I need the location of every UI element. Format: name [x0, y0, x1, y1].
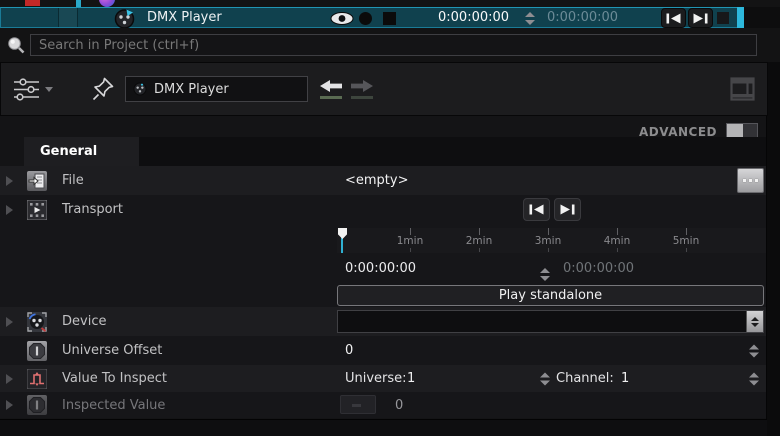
tab-general[interactable]: General: [24, 137, 139, 166]
property-row-file: File <empty>: [0, 166, 766, 195]
nav-back-underline: [320, 95, 342, 99]
timecode-total: 0:00:00:00: [547, 10, 619, 25]
integer-icon: [27, 395, 47, 415]
dmx-device-icon: [27, 311, 47, 332]
browse-file-button[interactable]: [737, 168, 764, 193]
ruler-tick: 1min: [390, 228, 430, 252]
tab-bar: General: [0, 137, 766, 166]
property-row-value-to-inspect: Value To Inspect Universe: 1 Channel: 1: [0, 365, 766, 392]
ruler-tick: 4min: [597, 228, 637, 252]
property-row-transport: Transport 1min 2min 3min 4min 5min 0:00:…: [0, 195, 766, 307]
ruler-tick: 2min: [459, 228, 499, 252]
ruler-tick: 3min: [528, 228, 568, 252]
channel-field-value[interactable]: 1: [621, 371, 629, 386]
timeline-row-above-fragment: [0, 0, 780, 7]
selected-object-input[interactable]: [154, 81, 300, 97]
search-icon: [7, 36, 26, 55]
file-icon: [27, 170, 47, 191]
skip-to-start-button[interactable]: [661, 8, 686, 28]
layer-orb-icon: [99, 0, 115, 7]
chevron-down-icon: [45, 86, 53, 92]
inspector-toolbar: [0, 62, 768, 116]
timeline-selected-row-bar: DMX Player 0:00:00:00 0:00:00:00: [0, 0, 780, 29]
universe-offset-label: Universe Offset: [62, 343, 163, 358]
property-row-inspected-value: Inspected Value 0: [0, 392, 766, 418]
navigate-forward-button[interactable]: [351, 79, 373, 99]
search-bar: [0, 28, 780, 62]
ruler-tick: 5min: [666, 228, 706, 252]
expand-arrow-icon[interactable]: [6, 317, 16, 327]
expand-arrow-placeholder: [6, 346, 16, 356]
dmx-mini-icon: [133, 82, 147, 96]
transport-timecode-current[interactable]: 0:00:00:00: [345, 261, 416, 276]
row-cell-highlight: [59, 8, 77, 27]
dmx-connector-icon: [114, 8, 135, 29]
sliders-icon: [13, 77, 40, 101]
tab-bar-empty: [139, 137, 766, 166]
transport-timecode-total: 0:00:00:00: [563, 261, 635, 276]
channel-spinner[interactable]: [749, 372, 759, 385]
inspected-value-meter: [340, 395, 376, 414]
expand-arrow-icon[interactable]: [6, 205, 16, 215]
skip-to-end-button[interactable]: [688, 8, 713, 28]
channel-field-label: Channel:: [556, 371, 614, 386]
search-input[interactable]: [30, 34, 757, 56]
panel-layout-button[interactable]: [730, 77, 755, 101]
arrow-right-icon: [351, 79, 373, 92]
timecode-current[interactable]: 0:00:00:00: [438, 8, 509, 28]
properties-panel: ADVANCED General File <empty> Transport …: [0, 116, 767, 419]
expand-arrow-icon[interactable]: [6, 400, 16, 410]
stop-square-icon[interactable]: [383, 12, 396, 25]
layout-icon: [730, 77, 755, 101]
navigate-back-button[interactable]: [320, 79, 342, 99]
transport-skip-end-button[interactable]: [554, 198, 581, 221]
red-clip-fragment: [25, 0, 40, 6]
universe-offset-value[interactable]: 0: [345, 343, 353, 358]
property-row-universe-offset: Universe Offset 0: [0, 336, 766, 365]
dmx-player-panel: DMX Player 0:00:00:00 0:00:00:00 Search …: [0, 0, 780, 436]
selected-object-field[interactable]: [125, 76, 308, 102]
transport-timeline-ruler[interactable]: 1min 2min 3min 4min 5min: [337, 228, 766, 253]
file-label: File: [62, 173, 84, 188]
expand-arrow-icon[interactable]: [6, 176, 16, 186]
value-to-inspect-label: Value To Inspect: [62, 371, 167, 386]
nav-fwd-underline: [351, 95, 373, 99]
integer-icon: [27, 340, 47, 361]
universe-offset-spinner[interactable]: [749, 344, 759, 357]
play-standalone-button[interactable]: Play standalone: [337, 285, 764, 306]
stop-square-icon-right[interactable]: [717, 12, 729, 24]
selected-layer-row[interactable]: DMX Player 0:00:00:00 0:00:00:00: [0, 7, 744, 29]
universe-field-label: Universe:: [345, 371, 407, 386]
transport-icon: [27, 199, 47, 220]
pin-button[interactable]: [91, 76, 115, 102]
transport-skip-start-button[interactable]: [523, 198, 550, 221]
ellipsis-icon: [743, 179, 746, 182]
universe-spinner[interactable]: [540, 372, 550, 385]
arrow-left-icon: [320, 79, 342, 92]
row-cell-divider: [58, 8, 59, 27]
transport-label: Transport: [62, 202, 124, 217]
expand-arrow-icon[interactable]: [6, 374, 16, 384]
panel-header: ADVANCED General: [0, 116, 766, 166]
visibility-eye-icon[interactable]: [330, 12, 354, 25]
row-cell-divider: [77, 8, 78, 27]
pin-icon: [91, 76, 115, 102]
universe-field-value[interactable]: 1: [407, 371, 415, 386]
transport-timecode-spinner[interactable]: [540, 268, 550, 281]
combo-spinner-button[interactable]: [746, 311, 763, 332]
selected-layer-title: DMX Player: [147, 10, 222, 25]
record-circle-icon[interactable]: [359, 12, 372, 25]
property-row-device: Device: [0, 307, 766, 336]
timecode-spinner[interactable]: [525, 12, 535, 25]
playhead-marker[interactable]: [338, 228, 347, 239]
panel-footer: [0, 419, 767, 436]
dmx-value-icon: [27, 368, 47, 389]
inspected-value-label: Inspected Value: [62, 397, 166, 413]
inspected-value-number: 0: [395, 397, 404, 413]
filter-options-button[interactable]: [13, 77, 53, 101]
device-combobox[interactable]: [337, 310, 764, 333]
file-value[interactable]: <empty>: [345, 173, 409, 188]
cyan-marker-fragment: [76, 0, 81, 7]
device-label: Device: [62, 314, 107, 329]
